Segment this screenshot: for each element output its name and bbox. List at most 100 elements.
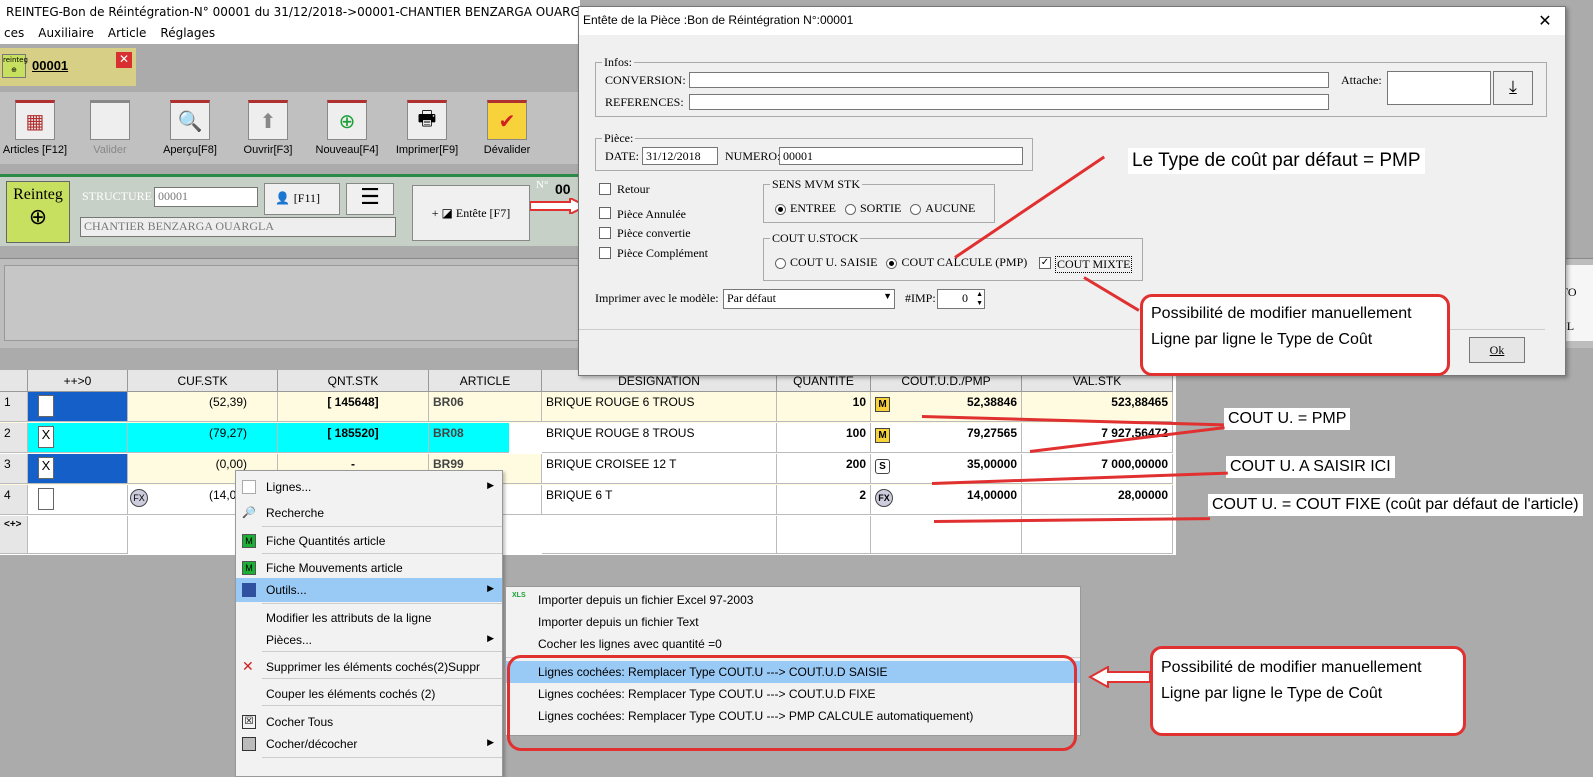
date-input[interactable]: 31/12/2018 xyxy=(642,147,718,165)
attache-label: Attache: xyxy=(1341,73,1382,87)
sortie-radio[interactable]: SORTIE xyxy=(845,201,901,215)
menu-item-modifier-attributs[interactable]: Modifier les attributs de la ligne xyxy=(236,606,502,630)
sens-mvm-group: SENS MVM STK xyxy=(763,177,995,223)
retour-label: Retour xyxy=(617,182,650,196)
entete-button[interactable]: + ◪ Entête [F7] xyxy=(412,185,530,241)
invalidate-icon: ✔ xyxy=(487,100,527,140)
toolbar: ▦ Articles [F12] Valider 🔍 Aperçu[F8] ⬆ Ouv… xyxy=(0,92,580,164)
cout-saisie-radio[interactable]: COUT U. SAISIE xyxy=(775,255,877,269)
col-header-qnt-stk[interactable]: QNT.STK xyxy=(278,370,429,392)
piece-annulee-label: Pièce Annulée xyxy=(617,207,686,221)
grid-corner-header[interactable]: ++>0 xyxy=(28,370,128,392)
annotation-default-type: Le Type de coût par défaut = PMP xyxy=(1128,148,1425,174)
annotation-fixe: COUT U. = COUT FIXE (coût par défaut de … xyxy=(1208,494,1583,516)
aucune-radio[interactable]: AUCUNE xyxy=(910,201,975,215)
checkall-icon: ☒ xyxy=(242,715,256,729)
toggle-icon xyxy=(242,737,256,751)
dialog-title: Entête de la Pièce :Bon de Réintégration… xyxy=(579,7,1565,35)
attache-input[interactable] xyxy=(1387,71,1491,105)
menu-item-pieces[interactable]: ces xyxy=(4,26,24,42)
attach-file-button[interactable]: ⤓ xyxy=(1493,71,1533,105)
entree-radio[interactable]: ENTREE xyxy=(775,201,836,215)
plus-circle-icon: ⊕ xyxy=(28,204,48,229)
user-icon: 👤 xyxy=(275,191,290,205)
menu-bar: ces Auxiliaire Article Réglages xyxy=(0,24,580,44)
preview-button[interactable]: 🔍 Aperçu[F8] xyxy=(145,92,235,156)
chevron-down-icon: ▼ xyxy=(883,291,892,301)
validate-button[interactable]: Valider xyxy=(65,92,155,156)
search-icon: 🔎 xyxy=(242,507,256,519)
conversion-input[interactable] xyxy=(689,72,1329,88)
menu-item-auxiliaire[interactable]: Auxiliaire xyxy=(38,26,94,42)
piece-complement-checkbox[interactable] xyxy=(599,247,611,259)
cost-type-fx-icon[interactable]: FX xyxy=(875,489,893,507)
table-row[interactable]: 2 X (79,27) [ 185520] BR08 BRIQUE ROUGE … xyxy=(0,423,1173,454)
menu-item-pieces[interactable]: Pièces... ▶ xyxy=(236,628,502,652)
grid-icon: ▦ xyxy=(15,100,55,140)
col-header-cuf-stk[interactable]: CUF.STK xyxy=(128,370,278,392)
cout-mixte-label: COUT MIXTE xyxy=(1055,256,1133,273)
highlight-outline-submenu xyxy=(507,655,1077,751)
date-label: DATE: xyxy=(605,149,639,163)
open-button[interactable]: ⬆ Ouvrir[F3] xyxy=(223,92,313,156)
invalidate-button[interactable]: ✔ Dévalider xyxy=(462,92,552,156)
validate-icon xyxy=(90,100,130,140)
numero-label: NUMERO: xyxy=(725,149,781,163)
document-tab[interactable]: reinteg ⊕ 00001 ✕ xyxy=(0,48,136,86)
col-header-article[interactable]: ARTICLE xyxy=(429,370,542,392)
entete-icon: + ◪ xyxy=(431,206,453,220)
references-input[interactable] xyxy=(689,94,1329,110)
row-checkbox-checked[interactable]: X xyxy=(38,426,54,448)
reinteg-logo: Reinteg ⊕ xyxy=(6,181,70,243)
menu-item-supprimer[interactable]: ✕ Supprimer les éléments cochés(2) Suppr xyxy=(236,655,502,679)
piece-complement-label: Pièce Complément xyxy=(617,246,708,260)
user-button[interactable]: 👤 [F11] xyxy=(264,183,340,215)
delete-icon: ✕ xyxy=(242,658,254,674)
piece-convertie-checkbox[interactable] xyxy=(599,227,611,239)
conversion-label: CONVERSION: xyxy=(605,73,686,87)
grid-rownum-header xyxy=(0,370,28,392)
hamburger-menu-icon[interactable]: ☰ xyxy=(346,183,394,215)
menu-item-cocher-tous[interactable]: ☒ Cocher Tous xyxy=(236,710,502,734)
menu-item-fiche-mouvements[interactable]: M Fiche Mouvements article xyxy=(236,556,502,580)
menu-item-reglages[interactable]: Réglages xyxy=(160,26,215,42)
table-row[interactable]: 4 FX (14,00) BRIQUE 6 T 2 FX 14,00000 28,0… xyxy=(0,485,1173,516)
submenu-import-text[interactable]: Importer depuis un fichier Text xyxy=(506,611,1080,633)
close-icon[interactable]: ✕ xyxy=(1535,11,1555,31)
cout-options: COUT U. SAISIE COUT CALCULE (PMP) xyxy=(775,255,1027,270)
cout-mixte-checkbox[interactable]: ✓ xyxy=(1039,257,1051,269)
submenu-cocher-quantite-zero[interactable]: Cocher les lignes avec quantité =0 xyxy=(506,633,1080,655)
row-checkbox-checked[interactable]: X xyxy=(38,457,54,479)
reinteg-small-icon: reinteg ⊕ xyxy=(2,54,28,78)
new-button[interactable]: ⊕ Nouveau[F4] xyxy=(302,92,392,156)
row-checkbox[interactable] xyxy=(38,488,54,510)
piece-annulee-checkbox[interactable] xyxy=(599,207,611,219)
retour-checkbox[interactable] xyxy=(599,183,611,195)
cost-type-s-icon[interactable]: S xyxy=(875,459,890,474)
lines-icon xyxy=(242,480,256,494)
numero-prefix: N° xyxy=(536,179,549,191)
row-checkbox[interactable] xyxy=(38,395,54,417)
annotation-manual-row-1: Possibilité de modifier manuellement Lign… xyxy=(1140,294,1450,376)
close-tab-icon[interactable]: ✕ xyxy=(116,52,132,68)
menu-item-outils[interactable]: Outils... ▶ xyxy=(236,578,502,602)
cost-type-m-icon[interactable]: M xyxy=(875,428,890,443)
print-model-select[interactable]: Par défaut ▼ xyxy=(723,289,895,309)
imp-stepper[interactable]: 0 ▲ ▼ xyxy=(937,289,985,309)
annotation-manual-row-2: Possibilité de modifier manuellement Lign… xyxy=(1150,646,1466,736)
menu-item-cocher-decocher[interactable]: Cocher/décocher ▶ xyxy=(236,732,502,756)
print-button[interactable]: 🖶 Imprimer[F9] xyxy=(382,92,472,156)
structure-code-input[interactable]: 00001 xyxy=(154,187,258,207)
submenu-import-excel[interactable]: XLS Importer depuis un fichier Excel 97-2… xyxy=(506,589,1080,611)
menu-item-recherche[interactable]: 🔎 Recherche xyxy=(236,501,502,525)
cost-type-m-icon[interactable]: M xyxy=(875,397,890,412)
structure-name-input[interactable]: CHANTIER BENZARGA OUARGLA xyxy=(80,217,396,237)
numero-input[interactable]: 00001 xyxy=(779,147,1023,165)
menu-item-fiche-quantites[interactable]: M Fiche Quantités article xyxy=(236,529,502,553)
menu-item-couper[interactable]: Couper les éléments cochés (2) xyxy=(236,682,502,706)
imp-label: #IMP: xyxy=(905,291,936,305)
menu-item-article[interactable]: Article xyxy=(108,26,147,42)
new-icon: ⊕ xyxy=(327,100,367,140)
menu-item-lignes[interactable]: Lignes... ▶ xyxy=(236,475,502,499)
ok-button[interactable]: Ok xyxy=(1469,337,1525,363)
